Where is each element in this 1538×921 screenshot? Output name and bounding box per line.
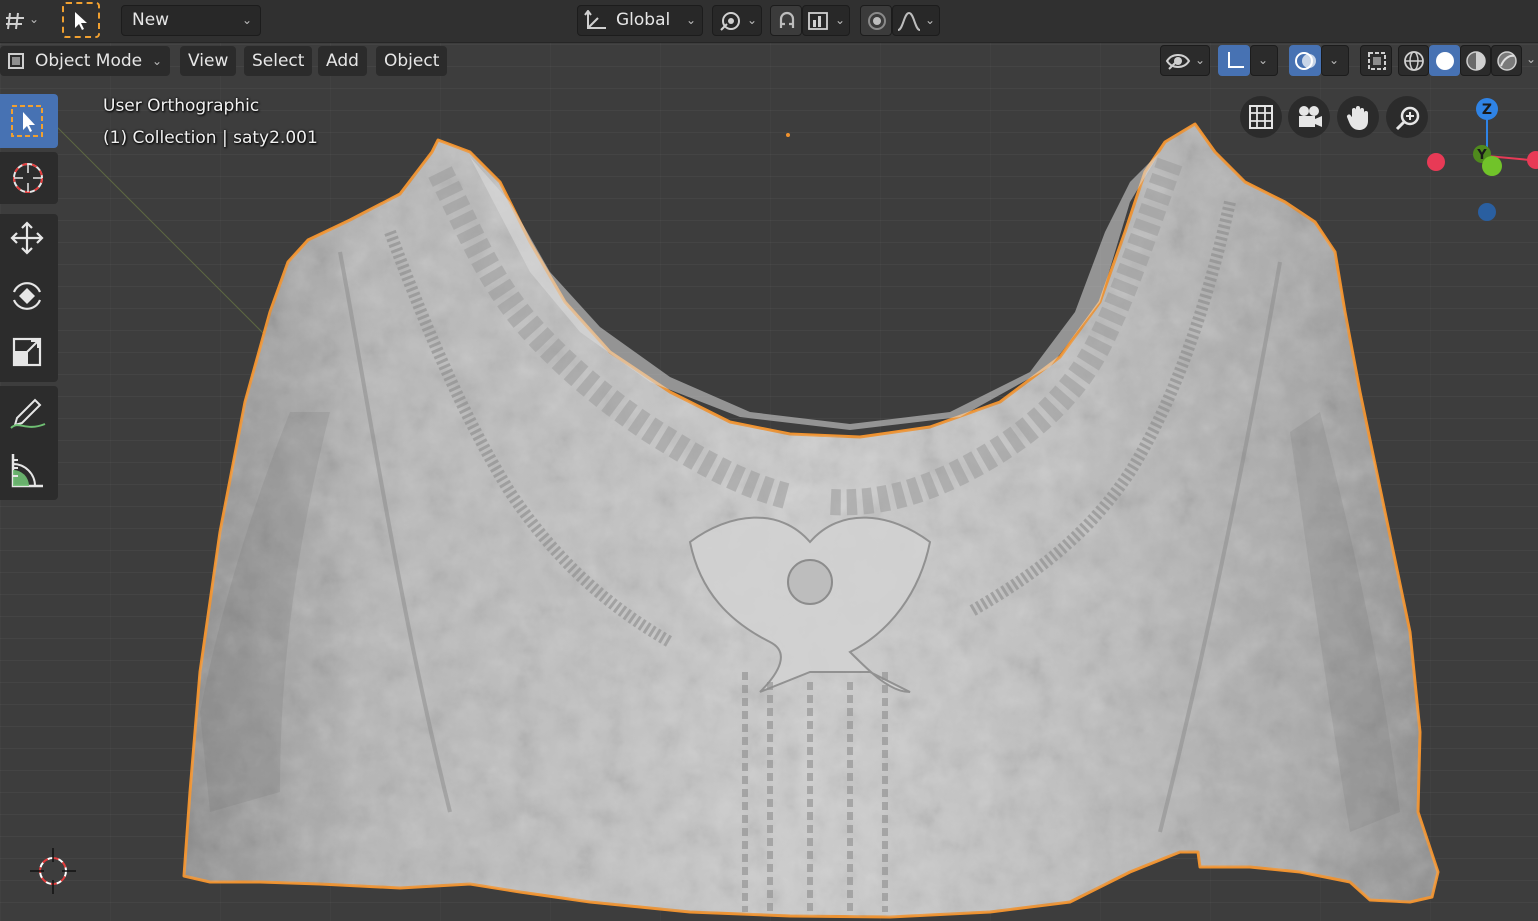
tool-select[interactable] <box>0 94 58 148</box>
material-shading-icon <box>1466 51 1486 71</box>
eye-icon <box>1165 54 1191 70</box>
xray-toggle[interactable] <box>1360 45 1392 76</box>
shading-solid-button[interactable] <box>1429 45 1460 76</box>
shading-rendered-button[interactable] <box>1491 45 1522 76</box>
select-box-icon <box>11 105 43 137</box>
chevron-down-icon: ⌄ <box>151 54 162 68</box>
tool-select-box[interactable] <box>62 2 100 38</box>
navigation-gizmo[interactable]: Z Y <box>1420 96 1538 226</box>
solid-shading-icon <box>1436 52 1454 70</box>
falloff-curve-icon <box>897 11 921 31</box>
pivot-icon <box>720 12 740 31</box>
3d-viewport[interactable]: User Orthographic (1) Collection | saty2… <box>0 0 1538 921</box>
proportional-falloff-dropdown[interactable]: ⌄ <box>892 5 940 36</box>
collection-info-label: (1) Collection | saty2.001 <box>103 128 318 148</box>
xray-icon <box>1368 52 1386 70</box>
object-mode-icon <box>8 53 24 69</box>
action-new-dropdown[interactable]: New ⌄ <box>121 5 261 36</box>
shading-wireframe-button[interactable] <box>1398 45 1429 76</box>
wireframe-shading-icon <box>1404 51 1424 71</box>
hand-pan-icon <box>1346 106 1368 130</box>
pan-view-button[interactable] <box>1337 96 1379 138</box>
proportional-edit-toggle[interactable] <box>860 5 892 36</box>
move-icon <box>10 221 44 255</box>
snap-increment-icon <box>808 12 828 30</box>
tool-annotate[interactable] <box>0 386 58 500</box>
snap-target-dropdown[interactable]: ⌄ <box>802 5 850 36</box>
gizmo-options-dropdown[interactable]: ⌄ <box>1250 45 1278 76</box>
zoom-icon <box>1395 106 1420 131</box>
view-name-label: User Orthographic <box>103 96 260 116</box>
garment-mesh[interactable] <box>170 112 1460 921</box>
tool-move[interactable] <box>0 214 58 382</box>
proportional-edit-icon <box>868 12 886 30</box>
chevron-down-icon: ⌄ <box>834 13 845 27</box>
chevron-down-icon: ⌄ <box>746 13 757 27</box>
object-visibility-dropdown[interactable]: ⌄ <box>1160 45 1210 76</box>
chevron-down-icon: ⌄ <box>1329 53 1340 67</box>
chevron-down-icon: ⌄ <box>685 13 696 27</box>
toggle-ortho-button[interactable] <box>1240 96 1282 138</box>
cursor-icon <box>13 163 43 193</box>
measure-icon <box>11 454 43 488</box>
3d-cursor-icon[interactable] <box>30 848 76 894</box>
snap-toggle[interactable] <box>770 5 802 36</box>
annotate-icon <box>10 398 46 429</box>
rotate-icon <box>12 282 42 310</box>
gizmo-y-label: Y <box>1476 148 1487 163</box>
orientation-label: Global <box>616 10 671 30</box>
chevron-down-icon[interactable]: ⌄ <box>1526 52 1536 66</box>
menu-object[interactable]: Object <box>376 46 448 76</box>
select-box-icon <box>75 12 87 30</box>
menu-add[interactable]: Add <box>318 46 367 76</box>
shading-material-button[interactable] <box>1460 45 1491 76</box>
gizmo-x-pos[interactable] <box>1527 151 1538 169</box>
gizmo-z-neg[interactable] <box>1478 203 1496 221</box>
grid-toggle-icon <box>1249 105 1273 129</box>
chevron-down-icon: ⌄ <box>924 13 935 27</box>
snap-magnet-icon <box>779 11 795 28</box>
object-mode-label: Object Mode <box>35 51 143 71</box>
chevron-down-icon: ⌄ <box>1258 53 1269 67</box>
viewport-editor-icon <box>6 12 24 30</box>
transform-orientation-dropdown[interactable]: Global ⌄ <box>577 5 703 36</box>
object-mode-dropdown[interactable]: Object Mode ⌄ <box>0 46 170 76</box>
camera-view-button[interactable] <box>1288 96 1330 138</box>
gizmo-axes-icon <box>1228 52 1244 68</box>
pivot-point-dropdown[interactable]: ⌄ <box>712 5 762 36</box>
rendered-shading-icon <box>1497 51 1517 71</box>
top-header-bar: ⌄ New ⌄ Global ⌄ ⌄ ⌄ ⌄ <box>0 0 1538 43</box>
action-new-label: New <box>132 10 170 30</box>
overlays-options-dropdown[interactable]: ⌄ <box>1321 45 1349 76</box>
object-origin-dot <box>786 133 790 137</box>
chevron-down-icon: ⌄ <box>241 13 252 27</box>
menu-select[interactable]: Select <box>244 46 313 76</box>
gizmo-x-neg[interactable] <box>1427 153 1445 171</box>
overlays-toggle[interactable] <box>1289 45 1321 76</box>
chevron-down-icon: ⌄ <box>29 12 40 26</box>
camera-icon <box>1299 106 1322 127</box>
overlays-icon <box>1295 52 1316 70</box>
scale-icon <box>12 337 42 367</box>
gizmo-toggle[interactable] <box>1218 45 1250 76</box>
gizmo-z-label: Z <box>1482 102 1492 118</box>
orientation-axes-icon <box>584 10 606 29</box>
tool-cursor[interactable] <box>0 152 58 204</box>
chevron-down-icon: ⌄ <box>1194 53 1205 67</box>
viewport-header: Object Mode ⌄ View Select Add Object ⌄ ⌄… <box>0 43 1538 79</box>
editor-type-dropdown[interactable]: ⌄ <box>0 4 44 36</box>
menu-view[interactable]: View <box>180 46 237 76</box>
